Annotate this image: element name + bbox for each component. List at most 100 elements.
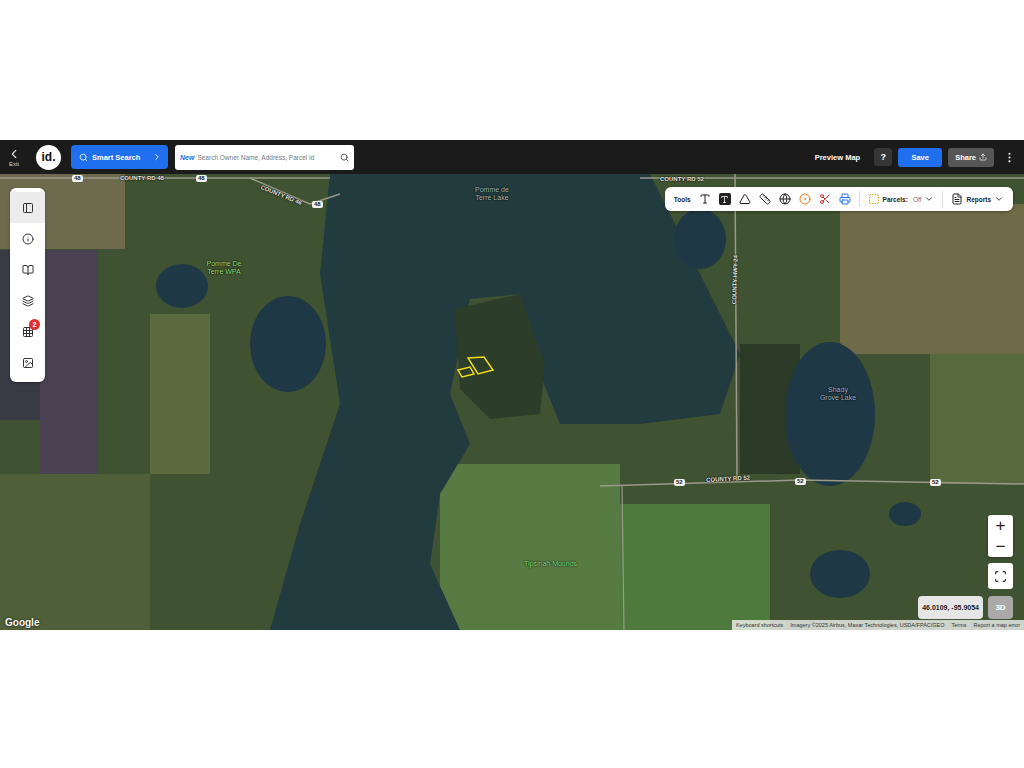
map-label: Pomme de Terre Lake	[470, 186, 514, 202]
text-icon[interactable]	[699, 193, 711, 205]
panel-icon	[22, 202, 34, 214]
attribution-link[interactable]: Imagery ©2025 Airbus, Maxar Technologies…	[790, 622, 944, 628]
map-app: Exit id. Smart Search NewSearch Owner Name,…	[0, 140, 1024, 630]
preview-map-button[interactable]: Preview Map	[815, 153, 860, 162]
lake	[674, 209, 726, 269]
map[interactable]: 48COUNTY RD 4848COUNTY RD 4648Pomme de T…	[0, 174, 1024, 630]
field	[840, 204, 1024, 354]
search-icon[interactable]	[340, 153, 349, 162]
peninsula	[455, 294, 545, 419]
field	[40, 250, 98, 475]
top-bar: Exit id. Smart Search NewSearch Owner Name,…	[0, 140, 1024, 174]
road-shield: 52	[930, 479, 941, 486]
back-icon	[7, 147, 21, 161]
image-icon	[22, 357, 34, 369]
sidebar-item[interactable]	[10, 285, 45, 316]
exit-button[interactable]: Exit	[4, 147, 24, 167]
map-label: Tipsinah Mounds	[524, 560, 577, 568]
field	[620, 504, 770, 630]
lake	[250, 296, 326, 392]
notification-badge: 2	[29, 319, 40, 330]
tools-label: Tools	[674, 196, 691, 203]
chevron-down-icon	[924, 194, 934, 204]
road-shield: 48	[196, 175, 207, 182]
share-icon	[979, 153, 987, 161]
lake	[156, 264, 208, 308]
search-field[interactable]: NewSearch Owner Name, Address, Parcel Id	[175, 145, 354, 170]
text-box-icon	[720, 195, 729, 204]
new-badge: New	[180, 154, 194, 161]
chevron-right-icon	[152, 152, 162, 162]
sidebar-item[interactable]: 2	[10, 316, 45, 347]
road	[600, 480, 1024, 486]
printer-icon[interactable]	[839, 193, 851, 205]
parcel[interactable]	[458, 367, 474, 377]
map-label: Pomme De Terre WPA	[202, 260, 246, 276]
help-button[interactable]: ?	[874, 148, 892, 166]
road-shield: 52	[795, 478, 806, 485]
lake	[785, 342, 875, 486]
save-button[interactable]: Save	[898, 148, 942, 167]
page: Exit id. Smart Search NewSearch Owner Name,…	[0, 0, 1024, 768]
sidebar-item[interactable]	[10, 254, 45, 285]
satellite-imagery[interactable]	[0, 174, 1024, 630]
road	[622, 486, 624, 630]
map-label: COUNTY RD 52	[660, 176, 704, 183]
attribution: Keyboard shortcuts Imagery ©2025 Airbus, …	[732, 620, 1024, 630]
divider	[942, 191, 943, 207]
road-shield: 48	[312, 201, 323, 208]
map-label: Shady Grove Lake	[818, 386, 858, 402]
lake	[810, 550, 870, 598]
polygon-icon[interactable]	[739, 193, 751, 205]
road	[0, 177, 330, 179]
google-logo: Google	[5, 617, 39, 628]
fit-view-icon	[994, 570, 1007, 583]
field	[150, 314, 210, 474]
sidebar: 2	[10, 188, 45, 382]
tools-toolbar: Tools Parcels:Off Reports	[665, 187, 1013, 211]
attribution-link[interactable]: Keyboard shortcuts	[736, 622, 783, 628]
chevron-down-icon	[994, 194, 1004, 204]
bottom-margin	[0, 630, 1024, 768]
coordinates: 46.0109, -95.9054	[918, 596, 983, 619]
road-shield: 52	[674, 479, 685, 486]
divider	[859, 191, 860, 207]
field	[930, 354, 1024, 484]
fit-view-button[interactable]	[988, 563, 1013, 589]
sidebar-item[interactable]	[10, 347, 45, 378]
attribution-link[interactable]: Report a map error	[974, 622, 1020, 628]
attribution-link[interactable]: Terms	[952, 622, 967, 628]
share-button[interactable]: Share	[948, 148, 994, 167]
zoom-out-button[interactable]: −	[988, 536, 1013, 557]
more-icon[interactable]	[1003, 151, 1016, 164]
reports-icon	[951, 193, 963, 205]
globe-icon[interactable]	[779, 193, 791, 205]
search-icon	[79, 153, 88, 162]
reports-menu[interactable]: Reports	[951, 193, 1004, 205]
text-box-button[interactable]	[719, 193, 731, 205]
lake	[270, 174, 740, 630]
field	[0, 174, 1024, 630]
map-book-icon	[22, 264, 34, 276]
ruler-icon[interactable]	[759, 193, 771, 205]
zoom-in-button[interactable]: +	[988, 515, 1013, 536]
top-margin	[0, 0, 1024, 140]
road-shield: 48	[72, 175, 83, 182]
logo[interactable]: id.	[36, 145, 61, 170]
layers-icon	[22, 295, 34, 307]
sidebar-item[interactable]	[10, 223, 45, 254]
zoom-control: +−	[988, 515, 1013, 557]
info-icon	[22, 233, 34, 245]
parcel-icon	[868, 193, 880, 205]
scissors-icon[interactable]	[819, 193, 831, 205]
sidebar-item[interactable]	[10, 192, 45, 223]
smart-search-button[interactable]: Smart Search	[71, 145, 168, 169]
golf-course	[440, 464, 620, 630]
3d-button[interactable]: 3D	[988, 596, 1013, 619]
search-placeholder: Search Owner Name, Address, Parcel Id	[197, 154, 337, 161]
road	[735, 174, 737, 482]
circle-icon[interactable]	[799, 193, 811, 205]
lake	[889, 502, 921, 526]
field	[0, 474, 150, 630]
parcels-toggle[interactable]: Parcels:Off	[868, 193, 935, 205]
